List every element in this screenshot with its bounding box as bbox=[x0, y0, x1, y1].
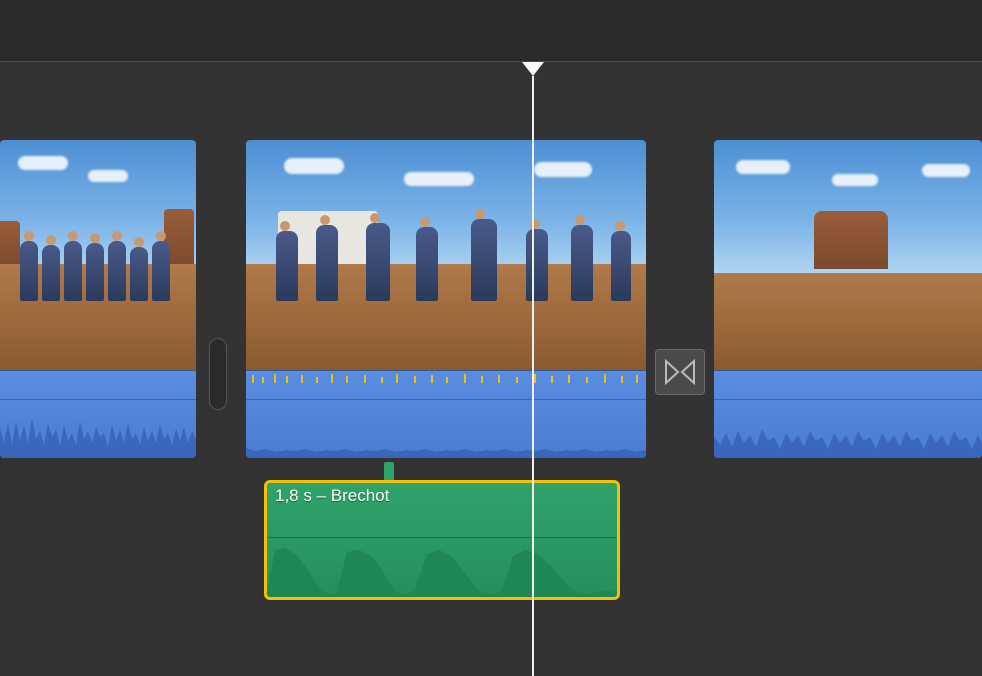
timeline-clip[interactable] bbox=[714, 140, 982, 458]
timeline-clip[interactable] bbox=[246, 140, 646, 458]
top-toolbar-area bbox=[0, 0, 982, 62]
video-track[interactable] bbox=[0, 140, 982, 460]
clip-thumbnail bbox=[0, 140, 196, 370]
transition-handle[interactable] bbox=[209, 338, 227, 410]
transition-crossfade[interactable] bbox=[655, 349, 705, 395]
sound-effect-label: 1,8 s – Brechot bbox=[275, 486, 389, 506]
clip-audio-waveform[interactable] bbox=[0, 370, 196, 458]
timeline-clip[interactable] bbox=[0, 140, 196, 458]
transition-crossfade-icon bbox=[664, 359, 696, 385]
clip-audio-waveform[interactable] bbox=[714, 370, 982, 458]
sound-effect-clip[interactable]: 1,8 s – Brechot bbox=[264, 480, 620, 600]
sfx-attachment-pin[interactable] bbox=[384, 462, 394, 480]
timeline[interactable]: 1,8 s – Brechot bbox=[0, 62, 982, 676]
sound-effect-waveform bbox=[267, 542, 617, 597]
clip-audio-waveform[interactable] bbox=[246, 370, 646, 458]
clip-thumbnail bbox=[246, 140, 646, 370]
playhead-head-icon bbox=[522, 62, 544, 76]
clip-thumbnail bbox=[714, 140, 982, 370]
